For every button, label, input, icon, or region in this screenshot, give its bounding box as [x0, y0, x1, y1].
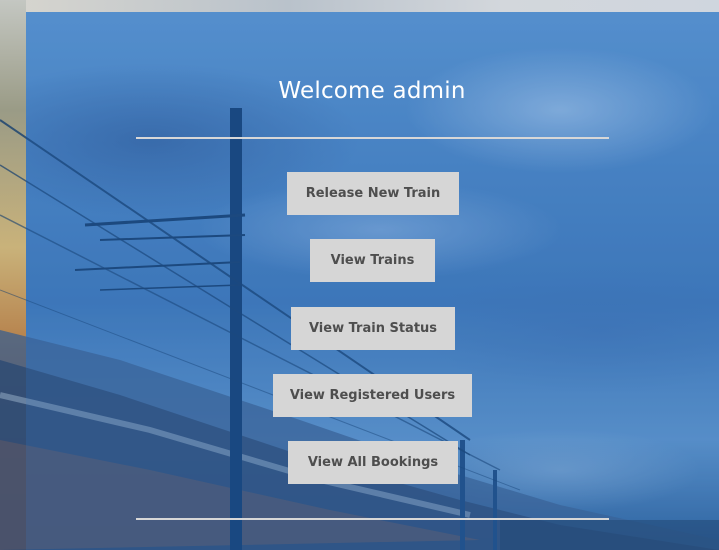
- release-new-train-button[interactable]: Release New Train: [287, 172, 459, 215]
- admin-home-page: Welcome admin Release New Train View Tra…: [0, 0, 719, 550]
- divider-top: [136, 137, 609, 139]
- view-all-bookings-button[interactable]: View All Bookings: [288, 441, 458, 484]
- page-title: Welcome admin: [278, 78, 466, 104]
- view-registered-users-button[interactable]: View Registered Users: [273, 374, 472, 417]
- divider-bottom: [136, 518, 609, 520]
- view-trains-button[interactable]: View Trains: [310, 239, 435, 282]
- view-train-status-button[interactable]: View Train Status: [291, 307, 455, 350]
